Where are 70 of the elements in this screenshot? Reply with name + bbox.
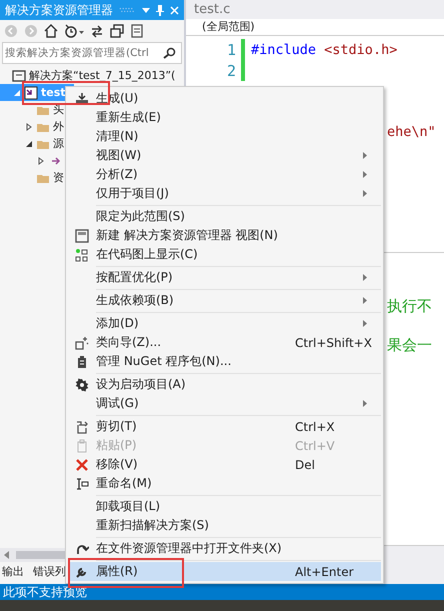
menu-item[interactable]: 管理 NuGet 程序包(N)... — [68, 352, 381, 371]
file-icon — [51, 156, 61, 166]
menu-item[interactable]: 调试(G) — [68, 394, 381, 413]
menu-item[interactable]: 剪切(T) Ctrl+X — [68, 417, 381, 436]
solution-icon — [12, 68, 26, 82]
search-icon[interactable] — [163, 47, 177, 59]
menu-item[interactable]: 重命名(M) — [68, 474, 381, 493]
tree-label: 资 — [53, 170, 64, 185]
tree-label: 源 — [53, 136, 64, 151]
tree-item[interactable]: 外 — [0, 118, 64, 135]
history-icon[interactable] — [64, 24, 84, 38]
comment-text: 执行不 — [387, 297, 433, 316]
menu-icon — [75, 92, 89, 106]
menu-icon — [75, 228, 89, 242]
search-field[interactable]: 搜索解决方案资源管理器(Ctrl — [2, 42, 182, 64]
expanded-icon[interactable] — [24, 140, 32, 148]
scroll-left-icon[interactable] — [4, 551, 10, 559]
menu-item[interactable]: 分析(Z) — [68, 165, 381, 184]
project-icon — [24, 86, 38, 100]
scrollbar-thumb[interactable] — [16, 551, 66, 559]
menu-icon — [75, 378, 89, 392]
menu-item[interactable]: 移除(V) Del — [68, 455, 381, 474]
tree-item[interactable]: 源 — [0, 135, 64, 152]
menu-icon — [75, 438, 89, 452]
menu-item[interactable]: 生成依赖项(B) — [68, 291, 381, 310]
menu-item[interactable]: 重新扫描解决方案(S) — [68, 516, 381, 535]
grip-icon — [119, 6, 136, 14]
collapsed-icon[interactable] — [24, 122, 32, 130]
tree-item[interactable]: 资 — [0, 169, 64, 186]
menu-item[interactable]: 在代码图上显示(C) — [68, 245, 381, 264]
comment-text: 果会一 — [387, 336, 433, 355]
home-icon[interactable] — [44, 24, 58, 38]
line-number: 2 — [226, 62, 236, 80]
menu-item[interactable]: 新建 解决方案资源管理器 视图(N) — [68, 226, 381, 245]
menu-item[interactable]: 卸载项目(L) — [68, 497, 381, 516]
menu-icon — [75, 248, 89, 262]
scope-dropdown[interactable]: (全局范围) — [186, 19, 444, 36]
code-line: ehe\n" — [386, 124, 437, 140]
tree-label: 外 — [53, 119, 64, 134]
dropdown-icon[interactable] — [142, 8, 150, 12]
panel-title: 解决方案资源管理器 — [5, 2, 113, 18]
menu-item[interactable]: 添加(D) — [68, 314, 381, 333]
menu-item[interactable]: 按配置优化(P) — [68, 268, 381, 287]
menu-item[interactable]: 类向导(Z)... Ctrl+Shift+X — [68, 333, 381, 352]
menu-item[interactable]: 重新生成(E) — [68, 108, 381, 127]
menu-item[interactable]: 清理(N) — [68, 127, 381, 146]
menu-item[interactable]: 在文件资源管理器中打开文件夹(X) — [68, 539, 381, 558]
close-icon[interactable] — [170, 6, 179, 14]
menu-item[interactable]: 仅用于项目(J) — [68, 184, 381, 203]
tree-label: 解决方案“test_7_15_2013”( — [29, 68, 176, 83]
menu-item[interactable]: 设为启动项目(A) — [68, 375, 381, 394]
panel-tab[interactable]: 错误列 — [33, 564, 66, 581]
menu-item[interactable]: 视图(W) — [68, 146, 381, 165]
menu-item[interactable]: 属性(R) Alt+Enter — [68, 562, 381, 581]
panel-tab[interactable]: 输出 — [2, 564, 24, 581]
menu-icon — [75, 458, 89, 472]
code-line: #include <stdio.h> — [251, 42, 398, 58]
menu-icon — [75, 476, 89, 490]
tree-label: test — [41, 86, 66, 99]
windows-icon[interactable] — [110, 24, 124, 38]
sync-icon[interactable] — [90, 24, 104, 38]
line-number: 1 — [226, 40, 236, 58]
menu-item[interactable]: 限定为此范围(S) — [68, 207, 381, 226]
page-icon[interactable] — [130, 24, 144, 38]
menu-icon — [75, 420, 89, 434]
pin-icon[interactable] — [156, 4, 164, 16]
collapsed-icon[interactable] — [36, 156, 44, 164]
menu-icon — [75, 336, 89, 350]
tree-item[interactable]: 解决方案“test_7_15_2013”( — [0, 67, 176, 84]
menu-icon — [75, 354, 89, 368]
